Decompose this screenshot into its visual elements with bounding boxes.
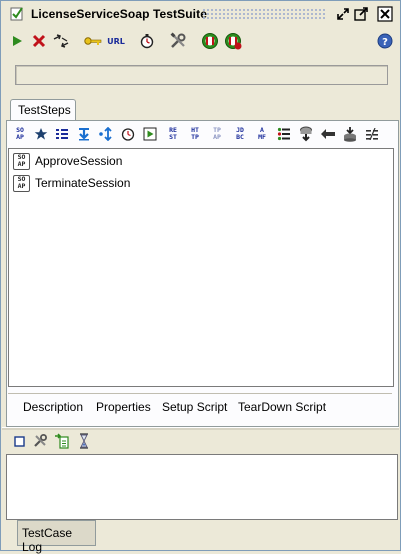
- step-name: ApproveSession: [35, 154, 123, 168]
- database-icon[interactable]: [340, 124, 360, 144]
- back-icon[interactable]: [318, 124, 338, 144]
- tab-description[interactable]: Description: [23, 400, 83, 414]
- tab-testcase-log[interactable]: TestCase Log: [17, 520, 96, 554]
- testsuite-toolbar: URL ?: [2, 28, 399, 54]
- tab-teststeps[interactable]: TestSteps: [10, 99, 76, 121]
- amf-disabled-icon[interactable]: TP AP: [207, 124, 227, 144]
- soap-step-icon: SO AP: [13, 174, 30, 192]
- property-transfer-icon[interactable]: [74, 124, 94, 144]
- log-toolbar: [2, 431, 399, 451]
- inspector-tabs: Description Properties Setup Script Tear…: [8, 393, 392, 420]
- jdbc-request-icon[interactable]: JD BC: [230, 124, 250, 144]
- tab-properties[interactable]: Properties: [96, 400, 151, 414]
- title-bar-grip: [202, 8, 326, 20]
- restore-icon[interactable]: [335, 6, 351, 22]
- testsuite-window: LicenseServiceSoap TestSuite URL ? TestS…: [0, 0, 401, 554]
- testsuite-icon: [10, 7, 23, 21]
- progress-bar: [15, 65, 388, 85]
- tab-teardown-script[interactable]: TearDown Script: [238, 400, 326, 414]
- testcase-log-label: TestCase Log: [22, 526, 73, 554]
- cancel-icon[interactable]: [28, 30, 50, 52]
- teststeps-list[interactable]: SO AP ApproveSession SO AP TerminateSess…: [8, 148, 394, 387]
- amf-request-icon[interactable]: A MF: [252, 124, 272, 144]
- compare-icon[interactable]: [362, 124, 382, 144]
- clear-icon[interactable]: [10, 432, 28, 450]
- properties-icon[interactable]: [52, 124, 72, 144]
- split-pane-divider[interactable]: [2, 427, 399, 430]
- list-item-approvesession[interactable]: SO AP ApproveSession: [13, 152, 122, 170]
- load-test-add-icon[interactable]: [222, 30, 244, 52]
- rest-request-icon[interactable]: RE ST: [163, 124, 183, 144]
- url-label: URL: [107, 36, 125, 46]
- title-bar: LicenseServiceSoap TestSuite: [2, 2, 399, 26]
- url-icon[interactable]: URL: [105, 30, 127, 52]
- conditional-goto-icon[interactable]: [96, 124, 116, 144]
- tools-icon[interactable]: [167, 30, 189, 52]
- loop-icon[interactable]: [50, 30, 72, 52]
- amf-disabled-label: TP AP: [213, 126, 221, 141]
- run-icon[interactable]: [6, 30, 28, 52]
- svg-text:?: ?: [382, 37, 388, 48]
- step-name: TerminateSession: [35, 176, 131, 190]
- teststeps-toolbar: SO AP RE ST HT TP TP AP JD BC A MF: [8, 122, 395, 146]
- load-test-icon[interactable]: [199, 30, 221, 52]
- mock-response-icon[interactable]: [296, 124, 316, 144]
- settings-icon[interactable]: [31, 432, 49, 450]
- window-title: LicenseServiceSoap TestSuite: [31, 7, 207, 21]
- rest-request-label: RE ST: [169, 126, 177, 141]
- http-request-label: HT TP: [191, 126, 199, 141]
- run-testcase-icon[interactable]: [140, 124, 160, 144]
- maximize-icon[interactable]: [353, 6, 369, 22]
- tab-setup-script[interactable]: Setup Script: [162, 400, 227, 414]
- list-icon[interactable]: [274, 124, 294, 144]
- list-item-terminatesession[interactable]: SO AP TerminateSession: [13, 174, 130, 192]
- soap-request-icon[interactable]: SO AP: [10, 124, 30, 144]
- export-icon[interactable]: [53, 432, 71, 450]
- jdbc-request-label: JD BC: [236, 126, 244, 141]
- star-icon[interactable]: [31, 124, 51, 144]
- soap-step-icon: SO AP: [13, 152, 30, 170]
- testcase-log-area[interactable]: [6, 454, 398, 520]
- http-request-icon[interactable]: HT TP: [185, 124, 205, 144]
- tab-teststeps-label: TestSteps: [18, 103, 71, 117]
- key-icon[interactable]: [82, 30, 104, 52]
- close-icon[interactable]: [377, 6, 393, 22]
- amf-request-label: A MF: [258, 126, 266, 141]
- delay-icon[interactable]: [118, 124, 138, 144]
- stopwatch-icon[interactable]: [136, 30, 158, 52]
- soap-request-label: SO AP: [16, 126, 24, 141]
- help-icon[interactable]: ?: [374, 30, 396, 52]
- hourglass-icon[interactable]: [75, 432, 93, 450]
